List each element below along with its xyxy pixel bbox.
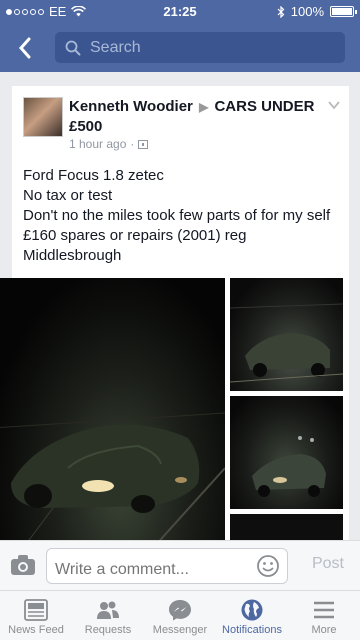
back-button[interactable] [10,32,40,64]
globe-icon [241,599,263,621]
post-line: Don't no the miles took few parts of for… [23,207,331,244]
photo-thumbnail[interactable] [230,396,343,509]
tab-label: Notifications [222,624,282,636]
menu-icon [314,601,334,619]
post-line: Ford Focus 1.8 zetec [23,167,164,184]
search-placeholder: Search [90,38,141,56]
author-name[interactable]: Kenneth Woodier [69,98,193,115]
tab-news-feed[interactable]: News Feed [0,591,72,640]
avatar[interactable] [23,97,63,137]
tab-label: News Feed [8,624,64,636]
battery-fill [332,8,352,15]
bluetooth-icon [277,5,285,18]
post-time-text[interactable]: 1 hour ago [69,137,126,151]
battery-icon [330,6,357,17]
car-photo-illustration [252,436,326,497]
post-photos [0,278,360,554]
post-line: No tax or test [23,187,113,204]
tab-more[interactable]: More [288,591,360,640]
camera-icon[interactable] [10,554,36,576]
photo-thumbnail[interactable] [230,278,343,391]
search-icon [65,40,81,55]
tab-notifications[interactable]: Notifications [216,591,288,640]
news-feed-icon [24,599,48,621]
post-header: Kenneth Woodier ▶ CARS UNDER £500 [69,97,319,137]
messenger-icon [169,600,191,621]
status-bar: EE 21:25 100% [0,0,360,22]
comment-input[interactable] [46,548,288,584]
post-line: Middlesbrough [23,247,122,264]
battery-percent: 100% [290,4,324,19]
post-text: Ford Focus 1.8 zetec No tax or test Don'… [23,166,343,266]
car-photo-illustration [230,303,343,383]
arrow-right-icon: ▶ [199,100,209,114]
photo-main[interactable] [0,278,225,548]
tab-messenger[interactable]: Messenger [144,591,216,640]
tab-label: Messenger [152,624,208,636]
post-comment-button[interactable]: Post [312,555,344,573]
battery-info: 100% [277,4,357,19]
comment-bar: Post [0,540,360,590]
tab-label: Requests [84,624,132,636]
post-options-chevron-icon[interactable] [327,98,341,112]
chevron-left-icon [18,37,31,59]
dot-separator: · [130,137,135,151]
nav-bar: Search [0,30,360,66]
post-timestamp: 1 hour ago · [69,137,149,151]
tab-requests[interactable]: Requests [72,591,144,640]
car-photo-illustration [0,412,225,548]
search-input[interactable]: Search [55,32,345,63]
tab-bar: News Feed Requests Messenger Notificatio… [0,590,360,640]
group-privacy-icon [138,139,149,149]
header: EE 21:25 100% Search [0,0,360,72]
emoji-icon[interactable] [256,554,280,578]
tab-label: More [311,624,337,636]
requests-icon [97,601,119,619]
